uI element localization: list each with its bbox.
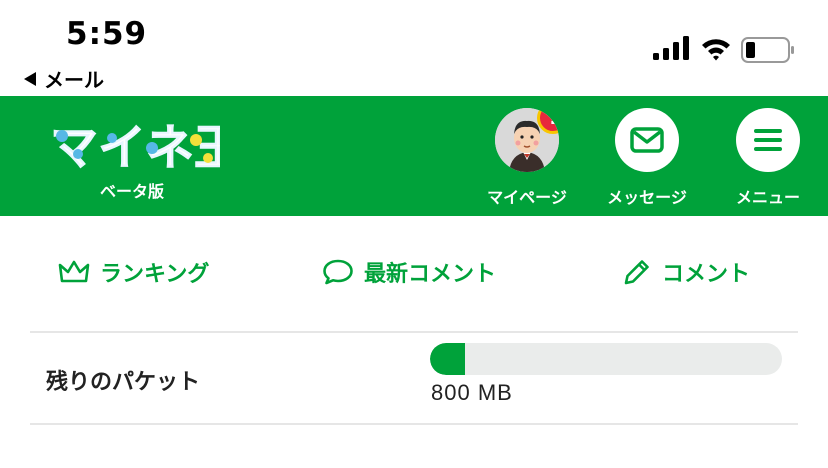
back-arrow-icon [24,71,36,86]
status-time: 5:59 [66,16,148,52]
wifi-icon [702,39,730,61]
mypage-label: マイページ [487,188,567,207]
packet-progress-bar [430,343,782,375]
message-circle [615,108,679,172]
divider [30,423,798,425]
comment-label: コメント [662,262,751,287]
latest-comments-link[interactable]: 最新コメント [322,256,496,288]
divider [30,331,798,333]
remaining-packet-value: 800 MB [431,380,513,405]
battery-icon [741,37,794,63]
crown-icon [58,260,90,283]
ranking-link[interactable]: ランキング [58,256,209,288]
menu-circle [736,108,800,172]
pencil-icon [624,260,649,285]
mypage-button[interactable]: ! マイページ [477,108,577,212]
envelope-icon [630,127,664,153]
ranking-label: ランキング [100,262,210,287]
packet-progress-fill [430,343,466,375]
svg-text:マイネ王: マイネ王 [50,120,220,176]
status-bar: 5:59 メール [0,0,828,96]
site-logo[interactable]: マイネ王 [48,118,243,177]
logo-graphic: マイネ王 [50,120,243,177]
back-to-mail-link[interactable]: メール [24,64,104,93]
app-header: マイネ王 ベータ版 ! マイページ メッセージ メニュー [0,96,828,216]
avatar: ! [495,108,559,172]
beta-label: ベータ版 [100,182,165,201]
hamburger-icon [754,129,782,151]
cellular-signal-icon [653,36,689,60]
remaining-packet-label: 残りのパケット [46,370,201,395]
speech-bubble-icon [323,259,353,285]
back-label: メール [44,68,104,92]
secondary-nav: ランキング 最新コメント コメント [0,216,828,332]
comment-link[interactable]: コメント [622,256,750,288]
latest-comments-label: 最新コメント [364,262,497,287]
message-label: メッセージ [607,188,687,207]
menu-button[interactable]: メニュー [718,108,818,212]
message-button[interactable]: メッセージ [597,108,697,212]
menu-label: メニュー [735,188,800,207]
